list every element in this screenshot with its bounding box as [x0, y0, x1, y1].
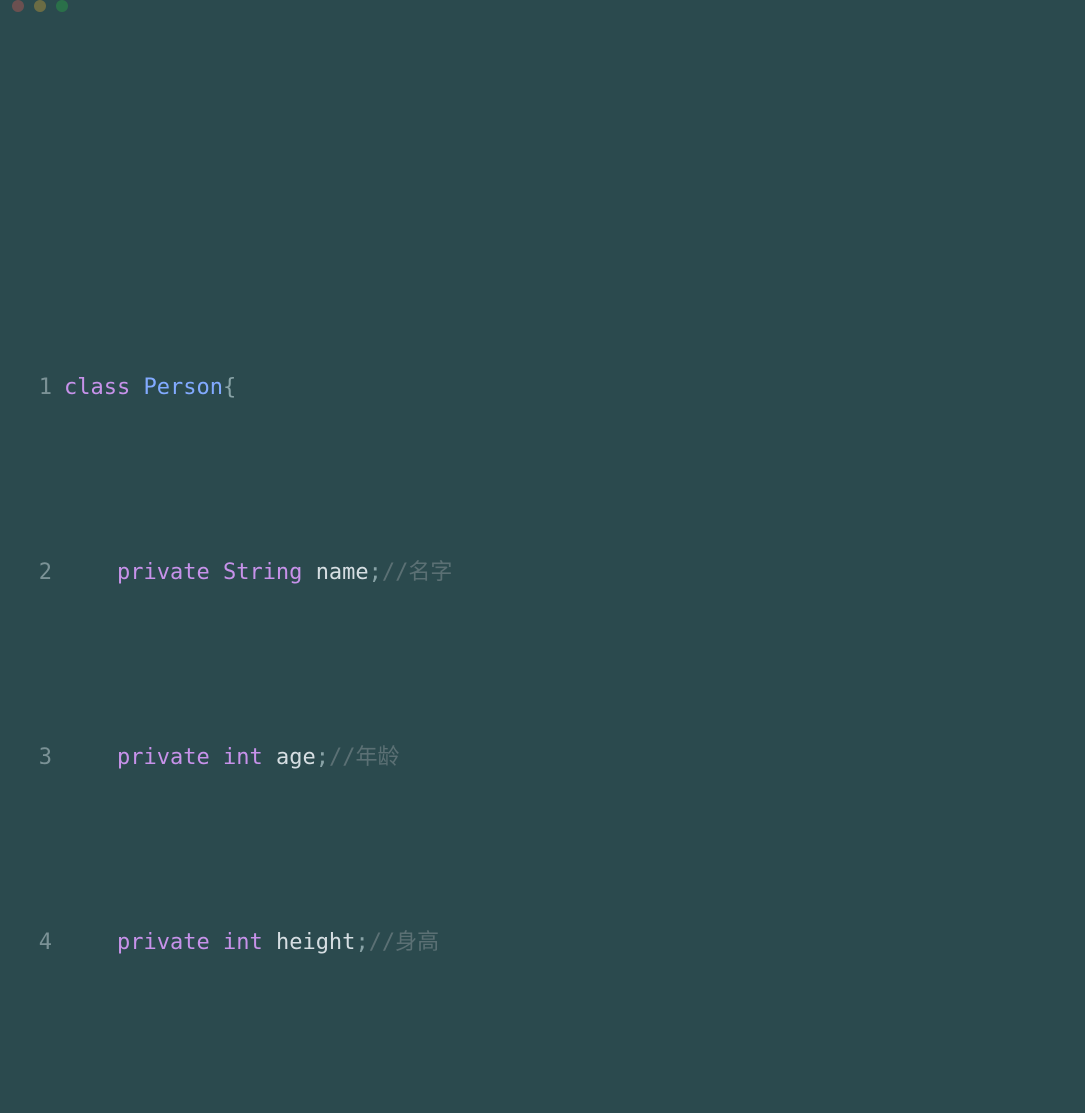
close-dot-icon[interactable] [12, 0, 24, 12]
code-content[interactable]: class Person{ [64, 369, 1085, 406]
code-area[interactable]: 1 class Person{ 2 private String name;//… [0, 221, 1085, 1113]
type-int: int [223, 745, 263, 770]
line-number: 1 [0, 369, 64, 406]
field-height: height [276, 930, 355, 955]
window-traffic-lights [12, 0, 68, 12]
class-name: Person [143, 375, 222, 400]
comment-height: //身高 [369, 930, 440, 955]
keyword-private: private [117, 745, 210, 770]
comment-name: //名字 [382, 560, 453, 585]
brace-open: { [223, 375, 236, 400]
comment-age: //年龄 [329, 745, 400, 770]
line-number: 5 [0, 1109, 64, 1113]
field-age: age [276, 745, 316, 770]
zoom-dot-icon[interactable] [56, 0, 68, 12]
code-editor[interactable]: 1 class Person{ 2 private String name;//… [0, 0, 1085, 1113]
keyword-private: private [117, 560, 210, 585]
line-number: 4 [0, 924, 64, 961]
field-name: name [316, 560, 369, 585]
code-content[interactable]: private String name;//名字 [64, 554, 1085, 591]
keyword-class: class [64, 375, 130, 400]
type-int: int [223, 930, 263, 955]
code-content[interactable]: private void eat(String name){ [64, 1109, 1085, 1113]
code-line[interactable]: 4 private int height;//身高 [0, 924, 1085, 961]
code-content[interactable]: private int age;//年龄 [64, 739, 1085, 776]
code-line[interactable]: 5 private void eat(String name){ [0, 1109, 1085, 1113]
code-line[interactable]: 2 private String name;//名字 [0, 554, 1085, 591]
minimize-dot-icon[interactable] [34, 0, 46, 12]
code-line[interactable]: 1 class Person{ [0, 369, 1085, 406]
code-content[interactable]: private int height;//身高 [64, 924, 1085, 961]
keyword-private: private [117, 930, 210, 955]
type-string: String [223, 560, 302, 585]
line-number: 2 [0, 554, 64, 591]
line-number: 3 [0, 739, 64, 776]
code-line[interactable]: 3 private int age;//年龄 [0, 739, 1085, 776]
